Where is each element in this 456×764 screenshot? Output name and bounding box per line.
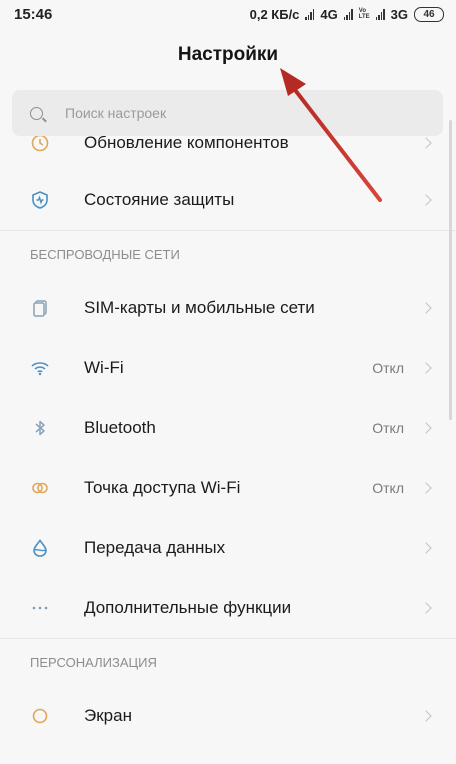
update-icon bbox=[30, 133, 50, 153]
search-input[interactable]: Поиск настроек bbox=[12, 90, 443, 136]
section-header-wireless: БЕСПРОВОДНЫЕ СЕТИ bbox=[0, 230, 456, 278]
signal-icon bbox=[375, 8, 385, 20]
status-bar: 15:46 0,2 КБ/с 4G Vo LTE 3G 46 bbox=[0, 0, 456, 28]
settings-item-label: Wi-Fi bbox=[84, 358, 124, 377]
network-type-2: 3G bbox=[390, 6, 408, 22]
status-time: 15:46 bbox=[14, 5, 53, 23]
settings-item-label: Обновление компонентов bbox=[84, 133, 289, 152]
settings-item-more[interactable]: Дополнительные функции bbox=[0, 578, 456, 638]
settings-item-label: Экран bbox=[84, 706, 132, 725]
settings-item-label: Состояние защиты bbox=[84, 190, 235, 209]
settings-item-display[interactable]: Экран bbox=[0, 686, 456, 746]
wifi-icon bbox=[30, 358, 50, 378]
hotspot-status: Откл bbox=[372, 480, 404, 496]
battery-icon: 46 bbox=[414, 6, 444, 22]
shield-icon bbox=[30, 190, 50, 210]
signal-icon bbox=[305, 8, 315, 20]
hotspot-icon bbox=[30, 478, 50, 498]
settings-item-label: Дополнительные функции bbox=[84, 598, 292, 617]
data-drop-icon bbox=[30, 538, 50, 558]
volte-icon: Vo LTE bbox=[358, 8, 370, 20]
bluetooth-icon bbox=[30, 418, 50, 438]
network-speed: 0,2 КБ/с bbox=[249, 6, 300, 22]
chevron-right-icon bbox=[420, 422, 432, 434]
settings-item-label: Передача данных bbox=[84, 538, 226, 557]
chevron-right-icon bbox=[420, 602, 432, 614]
settings-item-data[interactable]: Передача данных bbox=[0, 518, 456, 578]
chevron-right-icon bbox=[420, 194, 432, 206]
page-title: Настройки bbox=[177, 44, 279, 65]
settings-screen: 15:46 0,2 КБ/с 4G Vo LTE 3G 46 Настройки… bbox=[0, 0, 456, 764]
sim-card-icon bbox=[30, 298, 50, 318]
scrollbar[interactable] bbox=[449, 120, 452, 420]
settings-item-sim[interactable]: SIM-карты и мобильные сети bbox=[0, 278, 456, 338]
settings-item-wifi[interactable]: Wi-Fi Откл bbox=[0, 338, 456, 398]
signal-icon bbox=[343, 8, 353, 20]
more-dots-icon bbox=[30, 598, 50, 618]
chevron-right-icon bbox=[420, 542, 432, 554]
settings-item-label: SIM-карты и мобильные сети bbox=[84, 298, 315, 317]
chevron-right-icon bbox=[420, 302, 432, 314]
search-icon bbox=[30, 106, 43, 120]
chevron-right-icon bbox=[420, 137, 432, 149]
settings-item-protection[interactable]: Состояние защиты bbox=[0, 170, 456, 230]
settings-list: Обновление компонентов Состояние защиты … bbox=[0, 118, 456, 746]
section-header-personal: ПЕРСОНАЛИЗАЦИЯ bbox=[0, 638, 456, 686]
settings-item-label: Bluetooth bbox=[84, 418, 156, 437]
chevron-right-icon bbox=[420, 362, 432, 374]
network-type-1: 4G bbox=[320, 6, 338, 22]
search-placeholder: Поиск настроек bbox=[65, 105, 167, 121]
display-sun-icon bbox=[30, 706, 50, 726]
settings-item-hotspot[interactable]: Точка доступа Wi-Fi Откл bbox=[0, 458, 456, 518]
bluetooth-status: Откл bbox=[372, 420, 404, 436]
chevron-right-icon bbox=[420, 482, 432, 494]
wifi-status: Откл bbox=[372, 360, 404, 376]
settings-item-label: Точка доступа Wi-Fi bbox=[84, 478, 241, 497]
chevron-right-icon bbox=[420, 710, 432, 722]
status-indicators: 0,2 КБ/с 4G Vo LTE 3G 46 bbox=[249, 6, 444, 22]
settings-item-bluetooth[interactable]: Bluetooth Откл bbox=[0, 398, 456, 458]
